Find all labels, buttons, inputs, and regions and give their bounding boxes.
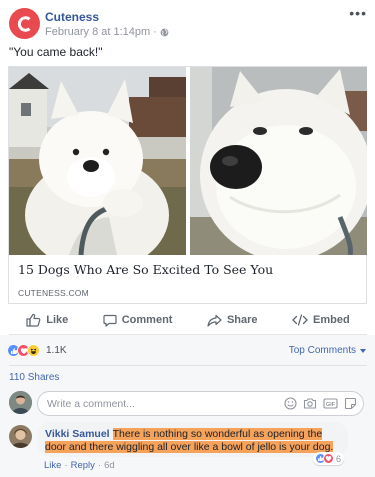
share-label: Share <box>226 314 258 326</box>
svg-text:GIF: GIF <box>326 402 336 408</box>
comment-label: Comment <box>121 314 173 326</box>
link-title[interactable]: 15 Dogs Who Are So Excited To See You <box>18 262 273 277</box>
link-preview[interactable]: 15 Dogs Who Are So Excited To See You CU… <box>8 66 367 304</box>
top-comments-label: Top Comments <box>288 345 356 356</box>
embed-icon <box>292 314 308 326</box>
cuteness-logo-icon <box>17 15 30 32</box>
divider <box>9 365 367 366</box>
share-icon <box>207 314 222 327</box>
like-label: Like <box>46 314 69 326</box>
comment-reaction-summary[interactable]: 6 <box>313 452 345 465</box>
separator-dot: · <box>64 460 68 471</box>
post-actions: Like Comment Share Embed <box>9 306 367 334</box>
meta-separator: · <box>153 26 157 38</box>
post-meta: February 8 at 1:14pm · <box>45 26 169 38</box>
comment-input[interactable] <box>47 396 267 412</box>
gif-icon[interactable]: GIF <box>323 397 338 410</box>
comment-input-box[interactable]: GIF <box>37 391 364 416</box>
emoji-icon[interactable] <box>284 397 297 410</box>
post-text: "You came back!" <box>9 45 103 59</box>
reaction-summary[interactable] <box>7 344 40 357</box>
facebook-post: Cuteness February 8 at 1:14pm · ••• "You… <box>0 0 375 477</box>
camera-icon[interactable] <box>303 397 317 410</box>
commenter-avatar[interactable] <box>9 425 32 448</box>
love-reaction-icon <box>323 453 334 464</box>
embed-button[interactable]: Embed <box>292 314 350 326</box>
feedback-section: 1.1K Top Comments 110 Shares Write a com… <box>0 335 375 477</box>
comment-timestamp[interactable]: 6d <box>104 460 115 471</box>
caret-down-icon <box>360 348 366 353</box>
comment-reaction-count: 6 <box>336 453 342 464</box>
current-user-avatar[interactable] <box>9 391 32 414</box>
comment-button[interactable]: Comment <box>103 314 173 327</box>
comment-like-link[interactable]: Like <box>44 460 61 471</box>
share-button[interactable]: Share <box>207 314 258 327</box>
top-comments-dropdown[interactable]: Top Comments <box>289 345 366 356</box>
page-name[interactable]: Cuteness <box>45 10 99 24</box>
post-timestamp[interactable]: February 8 at 1:14pm <box>45 26 150 38</box>
reaction-count[interactable]: 1.1K <box>46 345 67 356</box>
comment-bubble: Vikki Samuel There is nothing so wonderfu… <box>37 422 348 457</box>
globe-icon[interactable] <box>160 28 169 37</box>
comment-actions: Like · Reply · 6d <box>44 460 115 471</box>
comment-reply-link[interactable]: Reply <box>71 460 95 471</box>
shares-count[interactable]: 110 Shares <box>9 372 59 383</box>
haha-reaction-icon <box>27 344 40 357</box>
post-header: Cuteness February 8 at 1:14pm · ••• <box>9 6 367 40</box>
commenter-name[interactable]: Vikki Samuel <box>45 428 110 440</box>
like-button[interactable]: Like <box>26 313 68 327</box>
dog-photo-right <box>190 67 367 255</box>
like-icon <box>26 313 41 327</box>
link-domain: CUTENESS.COM <box>18 288 89 298</box>
separator-dot: · <box>97 460 102 471</box>
page-avatar[interactable] <box>9 8 40 39</box>
comment-icon <box>103 314 117 327</box>
embed-label: Embed <box>313 314 350 326</box>
dog-photo-left <box>9 67 186 255</box>
more-options-icon[interactable]: ••• <box>349 6 367 20</box>
composer-tools: GIF <box>284 397 357 410</box>
sticker-icon[interactable] <box>344 397 357 410</box>
